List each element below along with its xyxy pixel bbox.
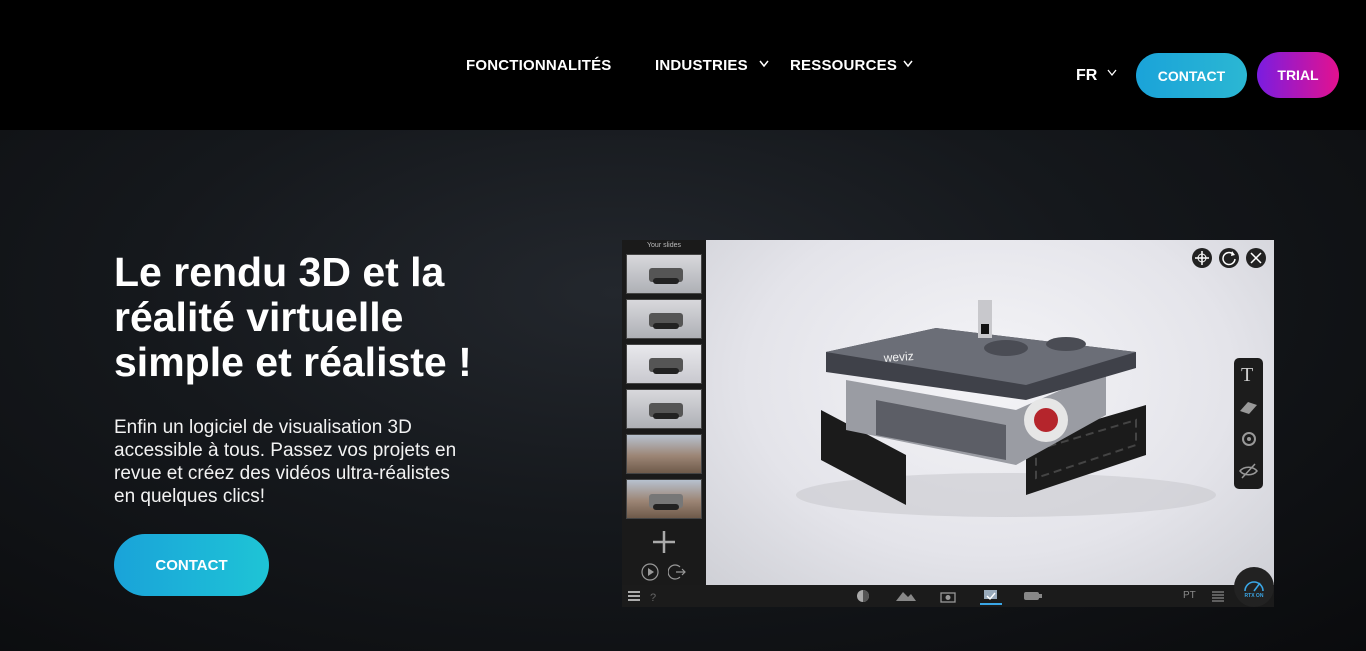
robot-render-image: weviz (796, 300, 1216, 517)
rotate-icon[interactable] (1219, 248, 1239, 268)
camera-icon[interactable] (940, 589, 956, 603)
weviz-logo: weviz (882, 349, 914, 365)
contact-button[interactable]: CONTACT (1136, 53, 1247, 98)
add-slide-icon[interactable] (652, 530, 676, 554)
hero-title-line: Le rendu 3D et la (114, 249, 445, 295)
hero-contact-button[interactable]: CONTACT (114, 534, 269, 596)
slides-panel: Your slides (622, 240, 706, 585)
hero-title-line: simple et réaliste ! (114, 339, 472, 385)
slide-thumbnail[interactable] (626, 389, 702, 429)
text-tool-icon[interactable]: T (1238, 363, 1259, 386)
hero-subtitle: Enfin un logiciel de visualisation 3D ac… (114, 416, 514, 508)
chevron-down-icon[interactable] (903, 56, 913, 70)
hero-title: Le rendu 3D et la réalité virtuelle simp… (114, 250, 574, 385)
slides-panel-title: Your slides (647, 242, 681, 249)
vr-headset-icon[interactable] (1022, 589, 1044, 603)
rtx-toggle[interactable]: RTX ON (1234, 567, 1274, 607)
svg-text:?: ? (650, 592, 656, 603)
language-selector[interactable]: FR (1076, 67, 1097, 85)
nav-fonctionnalites[interactable]: FONCTIONNALITÉS (466, 57, 612, 74)
play-icon[interactable] (641, 563, 659, 581)
menu-icon[interactable] (626, 589, 642, 603)
slide-thumbnail[interactable] (626, 434, 702, 474)
slide-thumbnail[interactable] (626, 479, 702, 519)
materials-icon[interactable] (980, 589, 1002, 605)
slide-thumbnail[interactable] (626, 299, 702, 339)
slide-thumbnail[interactable] (626, 344, 702, 384)
light-tool-icon[interactable] (1238, 428, 1259, 450)
expand-icon[interactable] (1246, 248, 1266, 268)
nav-ressources[interactable]: RESSOURCES (790, 57, 897, 74)
3d-viewport[interactable]: weviz T (706, 240, 1274, 585)
app-preview: Your slides weviz T ? PT RTX ON (622, 240, 1274, 607)
chevron-down-icon[interactable] (759, 56, 769, 70)
gauge-icon (1244, 581, 1264, 592)
chevron-down-icon[interactable] (1107, 67, 1117, 81)
hero-title-line: réalité virtuelle (114, 294, 404, 340)
tool-palette: T (1234, 358, 1263, 489)
rtx-label: RTX ON (1244, 593, 1264, 599)
trial-button[interactable]: TRIAL (1257, 52, 1339, 98)
app-bottom-bar: ? PT (622, 585, 1274, 607)
hero-subtitle-line: Enfin un logiciel de visualisation 3D (114, 417, 412, 438)
plane-tool-icon[interactable] (1238, 396, 1259, 418)
hide-tool-icon[interactable] (1238, 460, 1259, 482)
help-icon[interactable]: ? (646, 589, 662, 604)
export-icon[interactable] (667, 563, 686, 581)
hero-subtitle-line: revue et créez des vidéos ultra-réaliste… (114, 463, 450, 484)
slide-thumbnail[interactable] (626, 254, 702, 294)
top-navigation-bar: FONCTIONNALITÉS INDUSTRIES RESSOURCES FR… (0, 0, 1366, 130)
terrain-icon[interactable] (895, 589, 917, 603)
svg-text:T: T (1241, 364, 1253, 385)
layers-icon[interactable] (1210, 589, 1226, 603)
environment-icon[interactable] (855, 589, 871, 603)
hero-subtitle-line: accessible à tous. Passez vos projets en (114, 440, 457, 461)
perspective-toggle[interactable]: PT (1183, 590, 1196, 601)
hero-subtitle-line: en quelques clics! (114, 486, 266, 507)
nav-industries[interactable]: INDUSTRIES (655, 57, 748, 74)
move-icon[interactable] (1192, 248, 1212, 268)
